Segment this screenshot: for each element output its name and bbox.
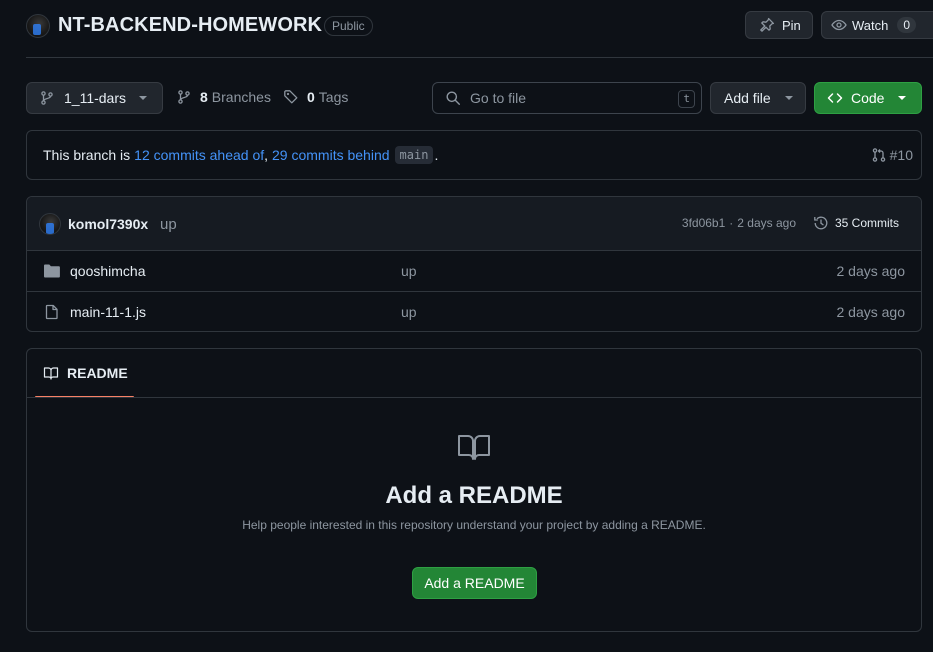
- pull-request-number: #10: [889, 147, 913, 163]
- add-file-button[interactable]: Add file: [710, 82, 806, 114]
- branches-count: 8: [200, 89, 208, 105]
- commit-message[interactable]: up: [160, 216, 177, 233]
- file-time: 2 days ago: [836, 263, 906, 279]
- readme-heading: Add a README: [385, 482, 563, 509]
- commit-hash[interactable]: 3fd06b1: [682, 216, 725, 230]
- file-time: 2 days ago: [836, 304, 906, 320]
- header-divider: [26, 57, 933, 58]
- commits-label: 35 Commits: [835, 216, 900, 230]
- watch-label: Watch: [852, 17, 889, 33]
- readme-description: Help people interested in this repositor…: [242, 518, 706, 532]
- ahead-link[interactable]: 12 commits ahead of: [134, 147, 264, 163]
- branch-name: 1_11-dars: [64, 90, 127, 106]
- file-name[interactable]: main-11-1.js: [70, 304, 146, 320]
- commits-history-link[interactable]: 35 Commits: [813, 215, 899, 231]
- search-icon: [445, 90, 461, 106]
- file-browser: komol7390x up 3fd06b1 · 2 days ago 35 Co…: [26, 196, 922, 332]
- status-prefix: This branch is: [43, 147, 131, 163]
- commit-meta: 3fd06b1 · 2 days ago: [682, 216, 796, 230]
- readme-panel: README Add a README Help people interest…: [26, 348, 922, 632]
- repo-title[interactable]: NT-BACKEND-HOMEWORK: [58, 14, 322, 37]
- branch-status-text: This branch is 12 commits ahead of , 29 …: [43, 146, 438, 164]
- base-branch-chip[interactable]: main: [394, 146, 434, 164]
- behind-link[interactable]: 29 commits behind: [272, 147, 390, 163]
- go-to-file-search[interactable]: Go to file t: [432, 82, 702, 114]
- pin-label: Pin: [782, 17, 801, 33]
- commit-author-avatar[interactable]: [39, 213, 61, 235]
- eye-icon: [831, 17, 847, 33]
- readme-divider: [27, 397, 921, 398]
- branches-label: Branches: [211, 89, 271, 105]
- code-label: Code: [851, 90, 885, 106]
- tags-label: Tags: [318, 89, 349, 105]
- tags-count: 0: [307, 89, 315, 105]
- branch-status-banner: This branch is 12 commits ahead of , 29 …: [26, 130, 922, 180]
- folder-icon: [43, 263, 61, 279]
- branch-selector[interactable]: 1_11-dars: [26, 82, 163, 114]
- caret-down-icon: [897, 95, 907, 101]
- status-suffix: .: [434, 147, 439, 163]
- history-icon: [813, 215, 829, 231]
- code-icon: [827, 90, 843, 106]
- branch-icon: [176, 89, 192, 105]
- tag-icon: [283, 89, 299, 105]
- caret-down-icon: [784, 95, 794, 101]
- file-commit-message[interactable]: up: [401, 263, 417, 279]
- pull-request-link[interactable]: #10: [871, 147, 913, 163]
- watch-button[interactable]: Watch 0: [821, 11, 933, 39]
- branch-icon: [39, 90, 55, 106]
- pin-button[interactable]: Pin: [745, 11, 813, 39]
- search-placeholder: Go to file: [470, 90, 527, 106]
- status-comma: ,: [264, 147, 269, 163]
- search-shortcut-key: t: [678, 90, 695, 108]
- file-commit-message[interactable]: up: [401, 304, 417, 320]
- tags-link[interactable]: 0 Tags: [283, 89, 348, 105]
- file-row-file[interactable]: main-11-1.js up 2 days ago: [27, 292, 921, 331]
- readme-tab-label: README: [67, 365, 128, 381]
- commit-separator: ·: [729, 216, 734, 230]
- book-icon: [43, 365, 59, 381]
- latest-commit-bar: komol7390x up 3fd06b1 · 2 days ago 35 Co…: [27, 197, 921, 250]
- readme-tab[interactable]: README: [35, 349, 134, 398]
- caret-down-icon: [138, 95, 148, 101]
- file-row-folder[interactable]: qooshimcha up 2 days ago: [27, 251, 921, 291]
- add-file-label: Add file: [724, 90, 771, 106]
- commit-time: 2 days ago: [737, 216, 796, 230]
- watch-count: 0: [897, 17, 917, 33]
- pin-icon: [759, 17, 775, 33]
- file-name[interactable]: qooshimcha: [70, 263, 146, 279]
- add-readme-button[interactable]: Add a README: [412, 567, 537, 599]
- branches-link[interactable]: 8 Branches: [176, 89, 271, 105]
- book-icon: [457, 433, 491, 461]
- pull-request-icon: [871, 147, 887, 163]
- owner-avatar[interactable]: [26, 14, 50, 38]
- commit-author[interactable]: komol7390x: [68, 216, 148, 232]
- visibility-badge: Public: [324, 16, 373, 36]
- code-button[interactable]: Code: [814, 82, 922, 114]
- file-icon: [44, 304, 60, 320]
